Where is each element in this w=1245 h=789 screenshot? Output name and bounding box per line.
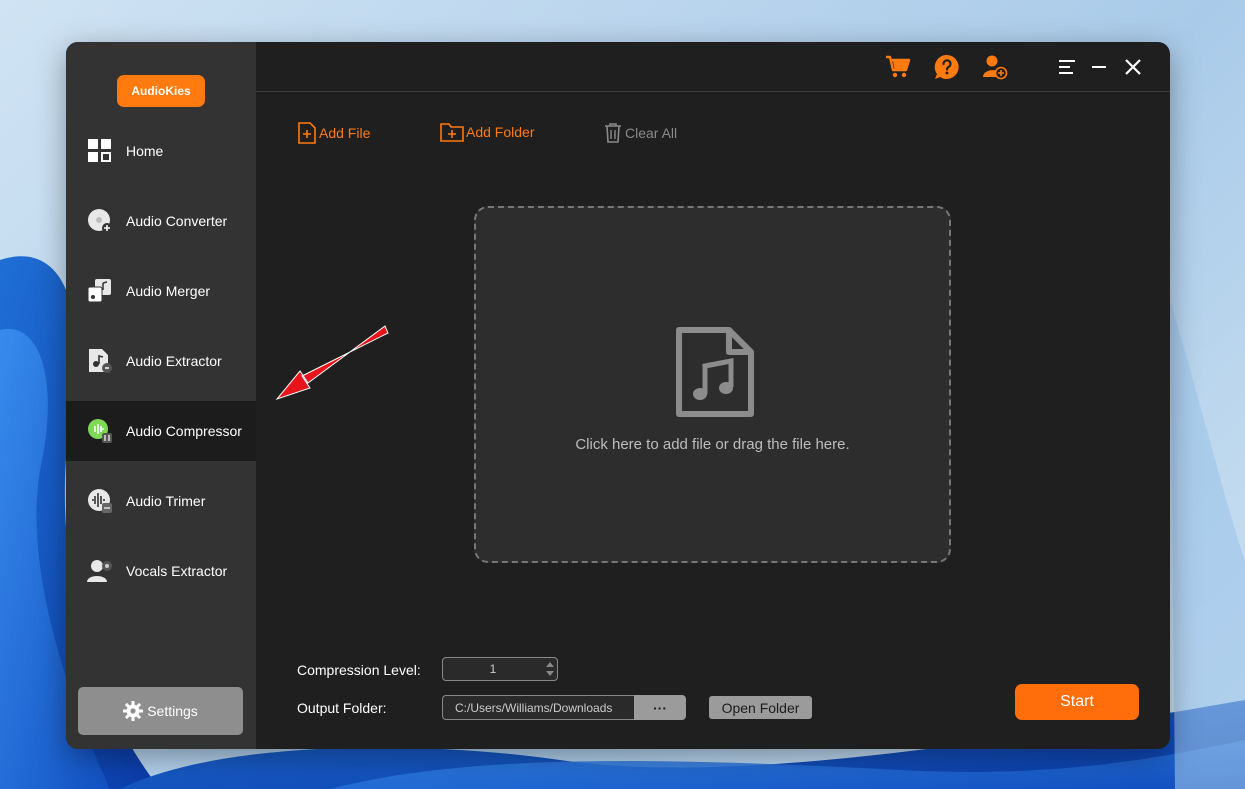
music-file-icon [674, 326, 756, 423]
settings-button[interactable]: Settings [78, 687, 243, 735]
sidebar-item-label: Audio Extractor [126, 353, 222, 369]
compression-level-value: 1 [489, 662, 497, 676]
output-path-field[interactable]: C:/Users/Williams/Downloads [442, 695, 634, 720]
add-file-icon [298, 122, 316, 144]
sidebar-item-label: Audio Merger [126, 283, 211, 299]
minimize-icon[interactable] [1086, 54, 1112, 80]
output-folder-label: Output Folder: [297, 700, 387, 716]
sidebar-item-label: Home [126, 143, 164, 159]
audio-compressor-icon [87, 418, 113, 444]
add-folder-label: Add Folder [466, 124, 535, 140]
audio-converter-icon [87, 208, 113, 234]
home-grid-icon [87, 138, 113, 164]
sidebar-item-audio-converter[interactable]: Audio Converter [66, 191, 256, 251]
add-folder-icon [440, 123, 464, 142]
file-drop-zone[interactable]: Click here to add file or drag the file … [474, 206, 951, 563]
start-button[interactable]: Start [1015, 684, 1139, 720]
add-file-button[interactable]: Add File [297, 122, 370, 144]
account-icon[interactable] [982, 54, 1008, 80]
clear-all-button[interactable]: Clear All [603, 122, 677, 144]
compression-level-stepper[interactable]: 1 [442, 657, 558, 681]
sidebar-item-label: Vocals Extractor [126, 563, 228, 579]
vocals-extractor-icon [87, 558, 113, 584]
settings-label: Settings [147, 703, 198, 719]
sidebar-item-audio-merger[interactable]: Audio Merger [66, 261, 256, 321]
sidebar-item-home[interactable]: Home [66, 121, 256, 181]
sidebar-item-label: Audio Converter [126, 213, 228, 229]
menu-icon[interactable] [1054, 54, 1080, 80]
sidebar-item-vocals-extractor[interactable]: Vocals Extractor [66, 541, 256, 601]
audio-trimmer-icon [87, 488, 113, 514]
sidebar-item-label: Audio Compressor [126, 423, 242, 439]
sidebar-item-label: Audio Trimer [126, 493, 206, 509]
open-folder-button[interactable]: Open Folder [709, 696, 812, 719]
title-bar [256, 42, 1170, 92]
close-icon[interactable] [1120, 54, 1146, 80]
sidebar-item-audio-compressor[interactable]: Audio Compressor [66, 401, 256, 461]
drop-zone-text: Click here to add file or drag the file … [575, 436, 850, 453]
add-file-label: Add File [319, 125, 371, 141]
stepper-arrows[interactable] [545, 659, 555, 679]
sidebar-item-audio-trimmer[interactable]: Audio Trimer [66, 471, 256, 531]
gear-icon [123, 701, 144, 721]
sidebar-item-audio-extractor[interactable]: Audio Extractor [66, 331, 256, 391]
audio-extractor-icon [87, 348, 113, 374]
audio-merger-icon [87, 278, 113, 304]
sidebar: AudioKies Home Audio Converter Audio Mer… [66, 42, 256, 749]
add-folder-button[interactable]: Add Folder [440, 122, 534, 142]
compression-level-label: Compression Level: [297, 662, 421, 678]
cart-icon[interactable] [885, 54, 911, 80]
help-icon[interactable] [934, 54, 960, 80]
browse-button[interactable]: ··· [634, 695, 686, 720]
trash-icon [605, 123, 621, 143]
app-window: AudioKies Home Audio Converter Audio Mer… [66, 42, 1170, 749]
brand-logo: AudioKies [117, 75, 205, 107]
clear-all-label: Clear All [625, 125, 678, 141]
sidebar-nav: Home Audio Converter Audio Merger Audio … [66, 121, 256, 611]
